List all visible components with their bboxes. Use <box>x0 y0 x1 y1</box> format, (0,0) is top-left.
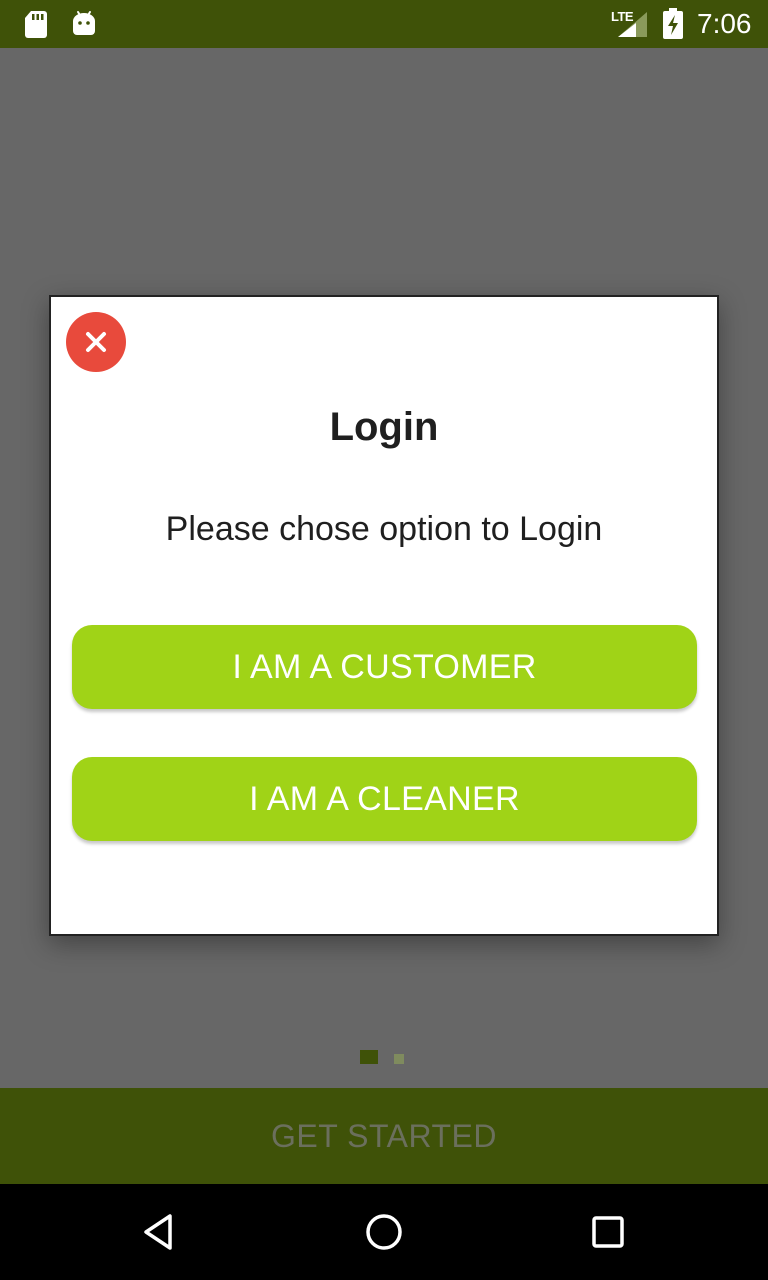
customer-button-label: I AM A CUSTOMER <box>232 647 537 686</box>
page-indicator <box>360 1050 410 1066</box>
status-bar: LTE 7:06 <box>0 0 768 48</box>
navigation-bar <box>0 1184 768 1280</box>
home-icon <box>366 1214 402 1250</box>
get-started-label: GET STARTED <box>271 1117 497 1154</box>
signal-icon <box>618 12 647 37</box>
battery-charging-icon <box>663 8 683 39</box>
back-button[interactable] <box>136 1208 184 1256</box>
recents-icon <box>592 1216 624 1248</box>
close-icon <box>86 332 106 352</box>
clock: 7:06 <box>697 8 752 39</box>
android-icon <box>73 11 95 35</box>
recents-button[interactable] <box>584 1208 632 1256</box>
close-button[interactable] <box>66 312 126 372</box>
get-started-button[interactable]: GET STARTED <box>0 1088 768 1184</box>
page-dot-active[interactable] <box>360 1050 378 1064</box>
dialog-title: Login <box>329 405 439 449</box>
dialog-message: Please chose option to Login <box>165 510 603 548</box>
login-dialog: Login Please chose option to Login I AM … <box>49 295 719 936</box>
cleaner-button[interactable]: I AM A CLEANER <box>72 757 697 841</box>
back-icon <box>144 1214 172 1250</box>
cleaner-button-label: I AM A CLEANER <box>249 779 520 818</box>
page-dot-inactive[interactable] <box>394 1054 404 1064</box>
home-button[interactable] <box>360 1208 408 1256</box>
sd-card-icon <box>25 11 47 38</box>
customer-button[interactable]: I AM A CUSTOMER <box>72 625 697 709</box>
